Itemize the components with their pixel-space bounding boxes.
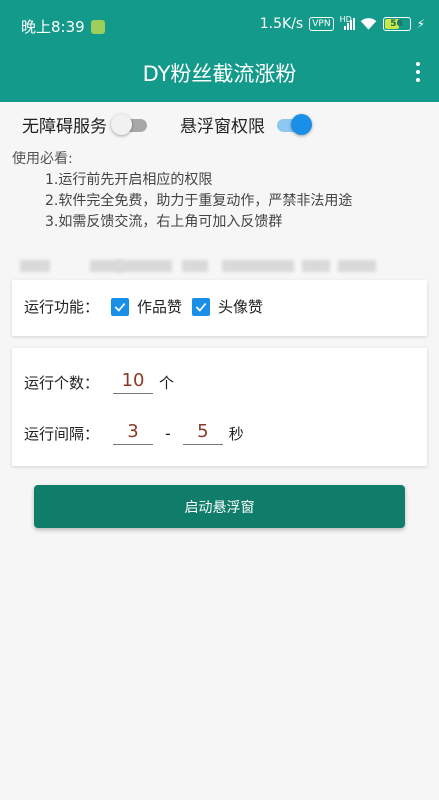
works-like-label: 作品赞 [137,298,183,316]
app-bar: DY粉丝截流涨粉 [0,50,439,102]
app-notification-icon [90,19,105,34]
settings-card: 运行个数： 10 个 运行间隔： 3 - 5 秒 [12,348,427,466]
function-card: 运行功能： 作品赞 头像赞 [12,280,427,336]
battery-icon: 56 [382,17,411,31]
notice-item: 3.如需反馈交流，右上角可加入反馈群 [45,214,283,230]
notice-item: 2.软件完全免费，助力于重复动作，严禁非法用途 [45,193,353,209]
count-unit: 个 [159,373,175,392]
check-icon [195,302,207,312]
start-floating-window-button[interactable]: 启动悬浮窗 [34,485,405,528]
floating-window-toggle-row: 悬浮窗权限 [180,112,312,137]
vpn-icon: VPN [309,17,334,31]
function-label: 运行功能： [24,298,100,316]
interval-separator: - [165,423,171,443]
status-time: 晚上8:39 [21,18,85,36]
interval-max-input[interactable]: 5 [182,421,223,445]
redacted-text [20,254,420,276]
avatar-like-label: 头像赞 [218,298,264,316]
floating-window-label: 悬浮窗权限 [180,117,265,137]
interval-unit: 秒 [228,424,244,443]
wifi-icon [360,18,376,30]
charging-icon: ⚡ [416,17,425,31]
check-icon [114,302,126,312]
notice-item: 1.运行前先开启相应的权限 [45,172,213,188]
accessibility-toggle-row: 无障碍服务 [22,112,149,137]
usage-notice: 使用必看: 1.运行前先开启相应的权限 2.软件完全免费，助力于重复动作，严禁非… [12,149,352,233]
works-like-checkbox[interactable] [111,297,130,316]
notice-heading: 使用必看: [12,151,73,167]
network-speed: 1.5K/s [259,16,304,32]
battery-level: 56 [390,19,403,29]
interval-min-input[interactable]: 3 [113,421,154,445]
signal-icon: HD [340,16,355,30]
count-label: 运行个数： [24,373,100,392]
avatar-like-checkbox[interactable] [192,297,211,316]
status-bar: 晚上8:39 1.5K/s VPN HD 56 ⚡ [0,0,439,50]
accessibility-label: 无障碍服务 [22,117,107,137]
accessibility-switch[interactable] [111,113,149,136]
interval-label: 运行间隔： [24,424,100,443]
more-options-icon[interactable] [415,62,421,82]
app-title: DY粉丝截流涨粉 [142,62,297,86]
count-input[interactable]: 10 [113,370,154,394]
floating-window-switch[interactable] [275,113,312,136]
